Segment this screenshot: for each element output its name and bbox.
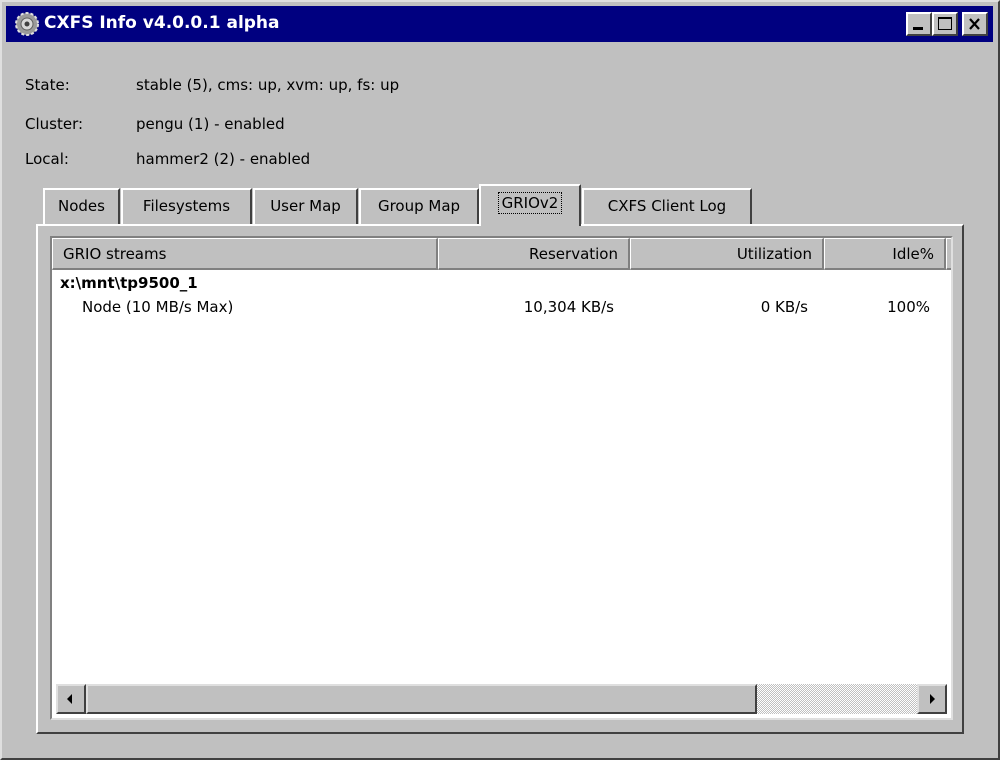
utilization-cell: 0 KB/s [760,298,808,316]
tab-nodes[interactable]: Nodes [43,188,120,224]
window-title: CXFS Info v4.0.0.1 alpha [44,13,280,33]
minimize-button[interactable] [906,12,932,36]
tab-group-map[interactable]: Group Map [359,188,479,224]
tab-label: User Map [270,197,341,215]
tab-label: CXFS Client Log [607,197,727,215]
close-icon [969,18,980,30]
tab-user-map[interactable]: User Map [253,188,358,224]
close-button[interactable] [962,12,988,36]
idle-cell: 100% [887,298,930,316]
stream-name-cell: Node (10 MB/s Max) [82,298,234,316]
cluster-label: Cluster: [25,115,84,133]
group-row-label[interactable]: x:\mnt\tp9500_1 [60,274,198,292]
column-header-reservation[interactable]: Reservation [438,238,630,270]
horizontal-scrollbar[interactable] [56,684,947,714]
tab-filesystems[interactable]: Filesystems [121,188,252,224]
tab-griov2[interactable]: GRIOv2 [479,184,581,226]
cluster-value: pengu (1) - enabled [136,115,285,133]
maximize-icon [938,17,952,30]
grio-streams-list[interactable]: GRIO streams Reservation Utilization Idl… [50,236,953,720]
column-header-idle[interactable]: Idle% [824,238,946,270]
tab-label: Nodes [58,197,105,215]
local-value: hammer2 (2) - enabled [136,150,311,168]
scroll-right-arrow-icon [930,694,935,704]
local-label: Local: [25,150,69,168]
tab-label: Group Map [377,197,461,215]
state-label: State: [25,76,70,94]
state-value: stable (5), cms: up, xvm: up, fs: up [136,76,400,94]
column-header-utilization[interactable]: Utilization [630,238,824,270]
column-header-filler [946,238,951,270]
maximize-button[interactable] [932,12,958,36]
scroll-left-arrow-icon [67,694,72,704]
column-header-grio-streams[interactable]: GRIO streams [52,238,438,270]
minimize-icon [913,27,923,30]
scroll-left-button[interactable] [56,684,86,714]
title-bar[interactable]: CXFS Info v4.0.0.1 alpha [6,6,993,42]
reservation-cell: 10,304 KB/s [523,298,614,316]
scroll-right-button[interactable] [917,684,947,714]
cxfs-gear-icon [15,12,39,36]
scroll-thumb[interactable] [86,684,757,714]
tab-label: GRIOv2 [497,192,563,214]
tab-cxfs-client-log[interactable]: CXFS Client Log [582,188,752,224]
tab-label: Filesystems [142,197,231,215]
